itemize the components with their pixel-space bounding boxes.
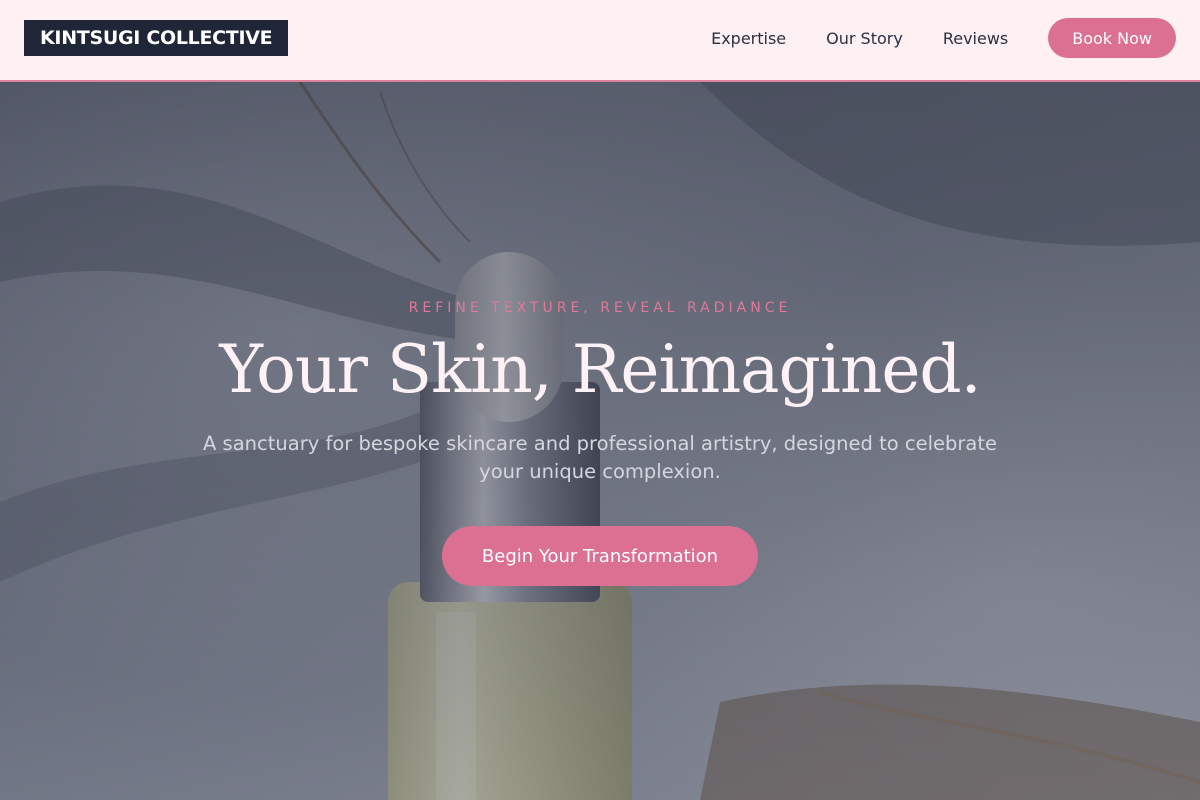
top-navbar: KINTSUGI COLLECTIVE Expertise Our Story … — [0, 0, 1200, 82]
hero-section: REFINE TEXTURE, REVEAL RADIANCE Your Ski… — [0, 82, 1200, 800]
hero-headline: Your Skin, Reimagined. — [219, 331, 981, 408]
brand-logo[interactable]: KINTSUGI COLLECTIVE — [24, 20, 289, 56]
main-nav: Expertise Our Story Reviews Book Now — [711, 18, 1176, 58]
hero-content: REFINE TEXTURE, REVEAL RADIANCE Your Ski… — [0, 82, 1200, 800]
nav-link-our-story[interactable]: Our Story — [826, 29, 903, 48]
hero-subtitle: A sanctuary for bespoke skincare and pro… — [203, 432, 997, 483]
nav-link-expertise[interactable]: Expertise — [711, 29, 786, 48]
book-now-button[interactable]: Book Now — [1048, 18, 1176, 58]
begin-transformation-button[interactable]: Begin Your Transformation — [442, 526, 758, 586]
hero-tagline: REFINE TEXTURE, REVEAL RADIANCE — [408, 300, 792, 316]
nav-link-reviews[interactable]: Reviews — [943, 29, 1008, 48]
